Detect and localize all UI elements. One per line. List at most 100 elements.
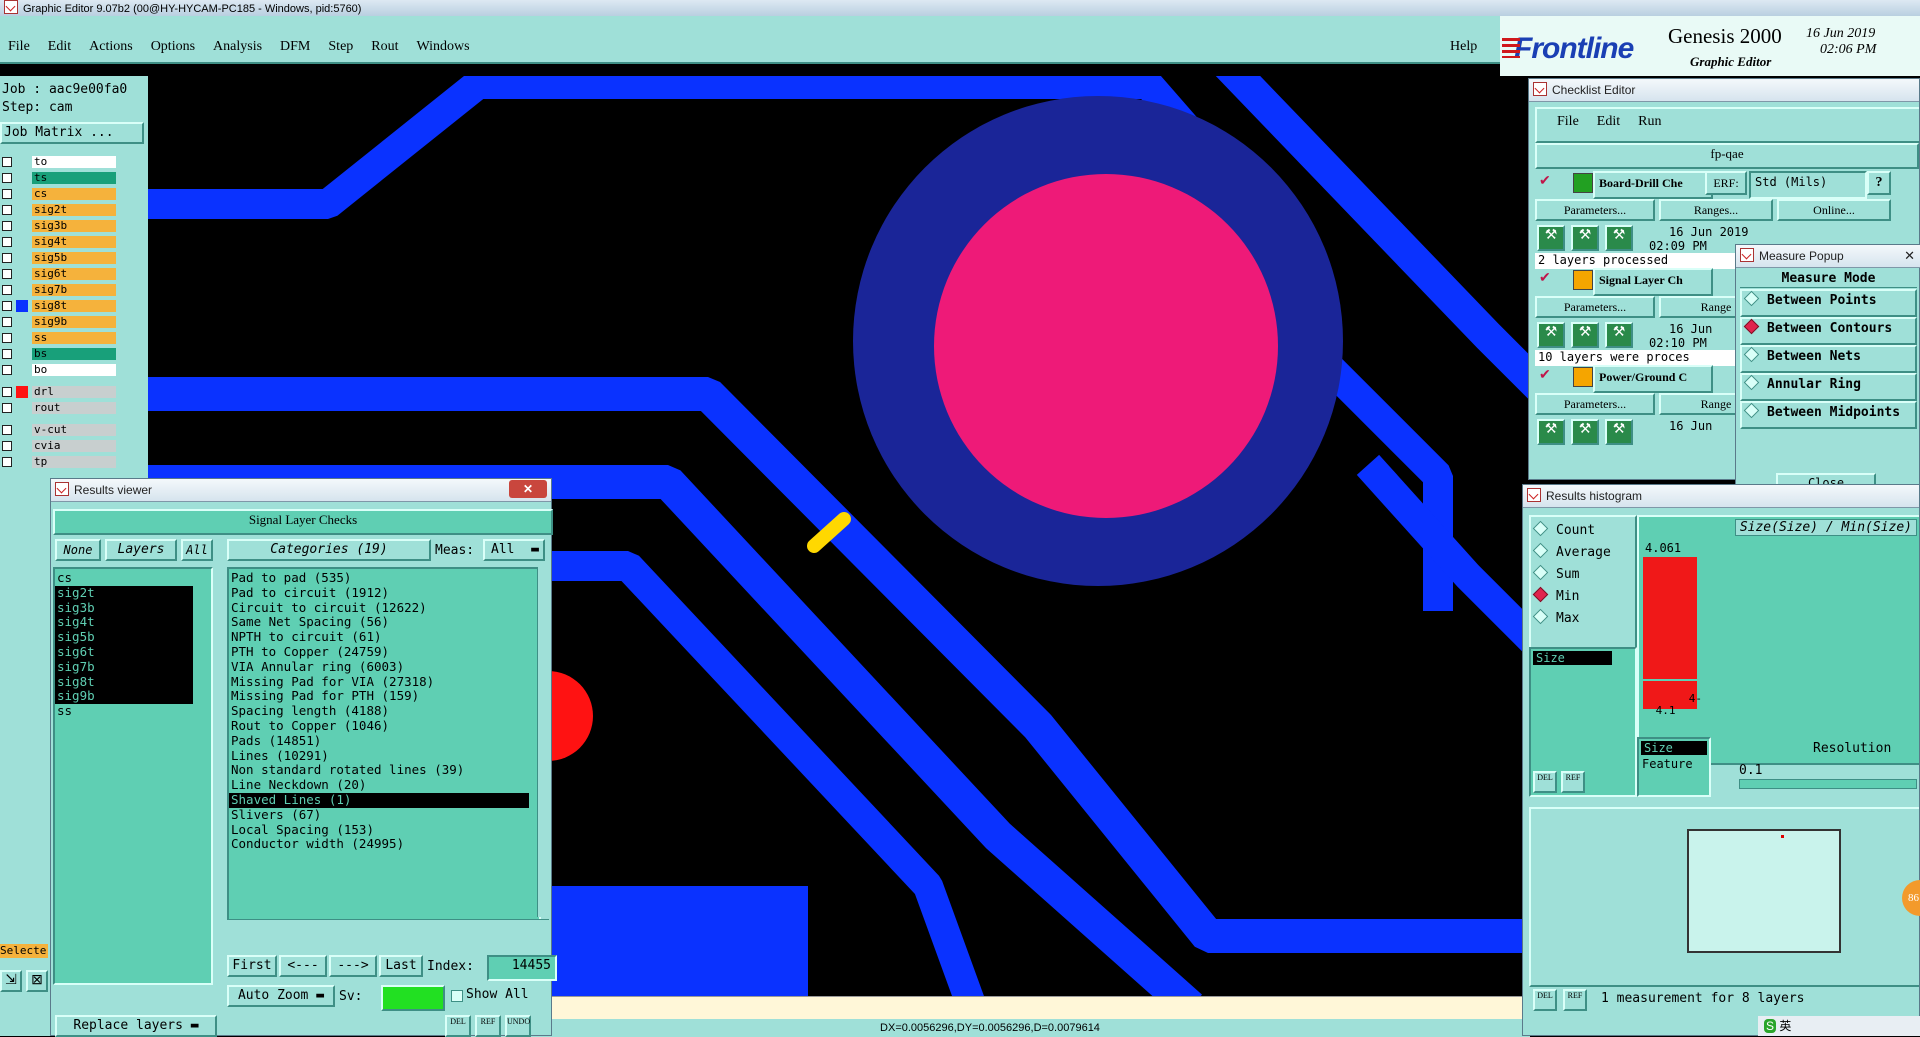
- results-viewer-titlebar[interactable]: Results viewer ✕: [51, 479, 551, 502]
- parameters-button[interactable]: Parameters...: [1535, 199, 1655, 221]
- layer-row[interactable]: rout: [0, 402, 118, 415]
- result-layer-item[interactable]: sig8t: [55, 674, 193, 690]
- size-field-item[interactable]: Size: [1641, 741, 1707, 755]
- auto-zoom-dropdown[interactable]: Auto Zoom ▬: [227, 985, 335, 1007]
- layer-row[interactable]: tp: [0, 456, 118, 469]
- parameters-button[interactable]: Parameters...: [1535, 296, 1655, 318]
- erf-button[interactable]: ERF:: [1705, 171, 1747, 195]
- layer-affected-marker[interactable]: [16, 348, 28, 360]
- category-item[interactable]: Pads (14851): [229, 733, 529, 749]
- layer-checkbox[interactable]: [2, 157, 12, 167]
- layer-checkbox[interactable]: [2, 221, 12, 231]
- histogram-mode-option[interactable]: Min: [1531, 586, 1635, 609]
- result-layer-item[interactable]: sig4t: [55, 615, 193, 631]
- layer-affected-marker[interactable]: [16, 188, 28, 200]
- layer-name[interactable]: drl: [32, 386, 116, 398]
- layer-checkbox[interactable]: [2, 457, 12, 467]
- layer-name[interactable]: bo: [32, 364, 116, 376]
- del-icon[interactable]: DEL: [1533, 989, 1557, 1011]
- layer-checkbox[interactable]: [2, 349, 12, 359]
- next-button[interactable]: --->: [329, 955, 377, 977]
- layer-affected-marker[interactable]: [16, 364, 28, 376]
- result-layer-item[interactable]: sig6t: [55, 644, 193, 660]
- histogram-titlebar[interactable]: Results histogram: [1523, 485, 1919, 508]
- histogram-mode-option[interactable]: Max: [1531, 608, 1635, 631]
- help-menu[interactable]: Help: [1450, 39, 1477, 55]
- layer-checkbox[interactable]: [2, 301, 12, 311]
- results-layer-list[interactable]: cs sig2t sig3b sig4t sig5b sig6t sig7b sig8t sig…: [53, 567, 213, 985]
- result-layer-item[interactable]: cs: [55, 570, 193, 586]
- layer-name[interactable]: sig9b: [32, 316, 116, 328]
- menu-options[interactable]: Options: [151, 39, 195, 54]
- layer-row[interactable]: sig9b: [0, 316, 118, 329]
- layer-affected-marker[interactable]: [16, 440, 28, 452]
- category-item[interactable]: Local Spacing (153): [229, 822, 529, 838]
- layer-name[interactable]: rout: [32, 402, 116, 414]
- run-icon[interactable]: ⚒: [1605, 419, 1633, 445]
- result-layer-item[interactable]: sig3b: [55, 600, 193, 616]
- categories-button[interactable]: Categories (19): [227, 539, 431, 561]
- run-icon[interactable]: ⚒: [1605, 322, 1633, 348]
- category-item[interactable]: Spacing length (4188): [229, 703, 529, 719]
- category-item[interactable]: Conductor width (24995): [229, 837, 529, 852]
- histogram-mode-option[interactable]: Average: [1531, 542, 1635, 565]
- layer-affected-marker[interactable]: [16, 424, 28, 436]
- measure-mode-option[interactable]: Between Points: [1740, 289, 1917, 317]
- none-button[interactable]: None: [55, 539, 101, 561]
- category-item[interactable]: PTH to Copper (24759): [229, 644, 529, 660]
- layer-affected-marker[interactable]: [16, 316, 28, 328]
- result-layer-item[interactable]: sig7b: [55, 659, 193, 675]
- layer-name[interactable]: sig5b: [32, 252, 116, 264]
- layer-row[interactable]: sig3b: [0, 220, 118, 233]
- close-icon[interactable]: ✕: [1904, 245, 1915, 267]
- layer-row[interactable]: bs: [0, 348, 118, 361]
- ref-icon[interactable]: REF: [1561, 771, 1585, 793]
- checklist-menu-edit[interactable]: Edit: [1597, 114, 1620, 129]
- layer-affected-marker[interactable]: [16, 456, 28, 468]
- layer-checkbox[interactable]: [2, 333, 12, 343]
- layer-row[interactable]: drl: [0, 386, 118, 399]
- run-icon[interactable]: ⚒: [1571, 322, 1599, 348]
- layer-checkbox[interactable]: [2, 403, 12, 413]
- menu-edit[interactable]: Edit: [48, 39, 71, 54]
- layer-affected-marker[interactable]: [16, 204, 28, 216]
- menu-actions[interactable]: Actions: [89, 39, 133, 54]
- layer-affected-marker[interactable]: [16, 300, 28, 312]
- online-button[interactable]: Online...: [1777, 199, 1891, 221]
- sv-color-dropdown[interactable]: [381, 985, 445, 1011]
- layer-row[interactable]: to: [0, 156, 118, 169]
- layer-name[interactable]: bs: [32, 348, 116, 360]
- item-checkmark[interactable]: ✔: [1539, 367, 1551, 384]
- layer-name[interactable]: cs: [32, 188, 116, 200]
- layer-affected-marker[interactable]: [16, 284, 28, 296]
- layer-checkbox[interactable]: [2, 365, 12, 375]
- category-item[interactable]: Circuit to circuit (12622): [229, 600, 529, 616]
- result-layer-item[interactable]: sig2t: [55, 585, 193, 601]
- layer-name[interactable]: sig4t: [32, 236, 116, 248]
- run-icon[interactable]: ⚒: [1571, 419, 1599, 445]
- layer-name[interactable]: to: [32, 156, 116, 168]
- item-checkmark[interactable]: ✔: [1539, 173, 1551, 190]
- item-name[interactable]: Signal Layer Ch: [1593, 268, 1713, 296]
- layer-row[interactable]: bo: [0, 364, 118, 377]
- close-icon[interactable]: ✕: [509, 480, 547, 498]
- layer-row[interactable]: sig2t: [0, 204, 118, 217]
- layer-row[interactable]: ts: [0, 172, 118, 185]
- run-icon[interactable]: ⚒: [1537, 225, 1565, 251]
- del-icon[interactable]: DEL: [445, 1015, 471, 1037]
- feature-field-item[interactable]: Feature: [1639, 757, 1709, 771]
- layer-checkbox[interactable]: [2, 285, 12, 295]
- layer-name[interactable]: cvia: [32, 440, 116, 452]
- layer-name[interactable]: sig6t: [32, 268, 116, 280]
- layer-row[interactable]: sig8t: [0, 300, 118, 313]
- last-button[interactable]: Last: [379, 955, 423, 977]
- layer-affected-marker[interactable]: [16, 252, 28, 264]
- layer-checkbox[interactable]: [2, 317, 12, 327]
- layer-checkbox[interactable]: [2, 189, 12, 199]
- measure-mode-option[interactable]: Between Contours: [1740, 317, 1917, 345]
- category-item[interactable]: Slivers (67): [229, 807, 529, 823]
- help-button[interactable]: ?: [1867, 171, 1891, 195]
- tool-icon-1[interactable]: ⇲: [0, 970, 22, 992]
- layer-affected-marker[interactable]: [16, 156, 28, 168]
- layer-checkbox[interactable]: [2, 253, 12, 263]
